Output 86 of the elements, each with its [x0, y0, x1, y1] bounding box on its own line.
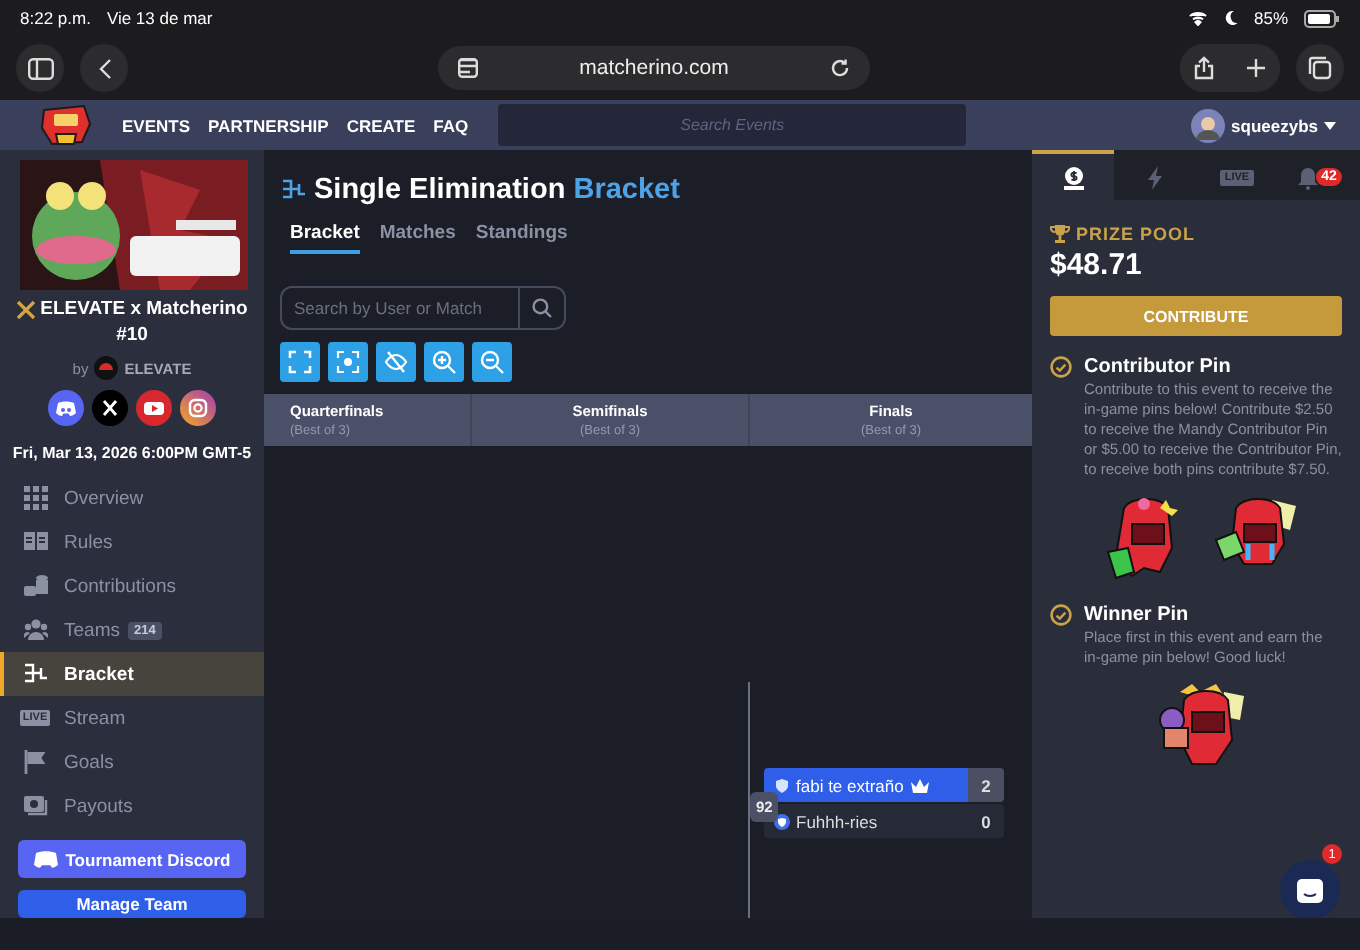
status-time: 8:22 p.m.: [20, 8, 91, 28]
tab[interactable]: Standings: [475, 222, 568, 254]
tabs-button[interactable]: [1296, 44, 1344, 92]
caret-down-icon: [1324, 121, 1336, 129]
youtube-icon[interactable]: [136, 390, 172, 427]
sidebar-item[interactable]: Goals: [0, 740, 264, 785]
trophy-icon: [1050, 224, 1070, 244]
discord-icon: [33, 850, 58, 869]
panel-tab[interactable]: [1032, 150, 1114, 200]
sidebar-item[interactable]: Bracket: [0, 652, 264, 697]
organizer-logo-icon: [94, 356, 119, 381]
book-icon: [23, 530, 47, 555]
tabs-icon: [1308, 56, 1332, 80]
instagram-icon[interactable]: [180, 390, 216, 427]
fit-screen-button[interactable]: [280, 342, 320, 382]
reload-icon: [830, 58, 850, 78]
money-icon: [23, 794, 47, 819]
eye-off-icon: [384, 350, 408, 374]
search-button[interactable]: [520, 286, 566, 330]
section-title: Contributor Pin: [1084, 356, 1231, 378]
bell-icon: [1295, 165, 1320, 189]
battery-percent: 85%: [1253, 8, 1288, 28]
focus-button[interactable]: [328, 342, 368, 382]
sidebar-item[interactable]: Overview: [0, 476, 264, 521]
search-icon: [532, 298, 552, 318]
back-button[interactable]: [80, 44, 128, 92]
chat-button[interactable]: [1280, 860, 1340, 919]
search-field[interactable]: Search by User or Match: [280, 286, 520, 330]
avatar-icon: [1189, 107, 1226, 143]
logo-icon: [36, 103, 96, 147]
event-title: ELEVATE x Matcherino #10: [40, 298, 248, 346]
grid-icon: [23, 486, 47, 511]
search-field[interactable]: Search Events: [498, 104, 967, 146]
crown-icon: [909, 777, 930, 794]
x-icon[interactable]: [92, 390, 128, 427]
chevron-left-icon: [97, 57, 111, 79]
flag-icon: [23, 750, 47, 775]
discord-icon[interactable]: [48, 390, 84, 427]
score: 0: [968, 804, 1004, 839]
sidebar-icon: [27, 57, 53, 79]
zoom-out-button[interactable]: [472, 342, 512, 382]
tab[interactable]: Bracket: [290, 222, 360, 254]
focus-icon: [336, 350, 360, 374]
status-date: Vie 13 de mar: [106, 8, 213, 28]
crossed-swords-icon: [16, 300, 37, 320]
plus-icon: [1246, 58, 1266, 78]
fit-screen-icon: [288, 350, 312, 374]
shield-icon: [774, 777, 790, 794]
page-title: Single Elimination Bracket: [314, 174, 680, 206]
sidebar-item[interactable]: Payouts: [0, 784, 264, 829]
wifi-icon: [1187, 10, 1208, 26]
nav-link[interactable]: CREATE: [346, 115, 416, 135]
sidebar-toggle-button[interactable]: [16, 44, 64, 92]
manage-team-button[interactable]: Manage Team: [18, 890, 246, 919]
score: 2: [968, 768, 1004, 803]
nav-link[interactable]: EVENTS: [122, 115, 191, 135]
check-circle-icon: [1050, 604, 1072, 626]
battery-icon: [1304, 9, 1340, 27]
eye-off-button[interactable]: [376, 342, 416, 382]
moon-icon: [1223, 10, 1238, 26]
check-circle-icon: [1050, 356, 1072, 378]
username[interactable]: squeezybs: [1231, 115, 1318, 135]
nav-link[interactable]: PARTNERSHIP: [208, 115, 329, 135]
zoom-out-icon: [480, 350, 504, 374]
lightning-icon: [1143, 165, 1167, 189]
sidebar-item[interactable]: Contributions: [0, 564, 264, 609]
discord-button[interactable]: Tournament Discord: [18, 840, 246, 879]
tab[interactable]: Matches: [379, 222, 456, 254]
share-icon: [1194, 56, 1214, 80]
nav-link[interactable]: FAQ: [433, 115, 469, 135]
coins-icon: [23, 574, 47, 599]
chat-icon: [1296, 877, 1324, 903]
bracket-icon: [282, 178, 308, 202]
event-date: Fri, Mar 13, 2026 6:00PM GMT-5: [10, 444, 254, 463]
money-bag-icon: [1061, 165, 1085, 189]
reader-icon: [458, 58, 478, 78]
team-name[interactable]: fabi te extraño: [764, 768, 968, 803]
bracket-icon: [23, 662, 47, 687]
zoom-in-button[interactable]: [424, 342, 464, 382]
section-title: Winner Pin: [1084, 604, 1189, 626]
people-icon: [23, 618, 47, 643]
sidebar-item[interactable]: Rules: [0, 520, 264, 565]
zoom-in-icon: [432, 350, 456, 374]
prize-pool-label: PRIZE POOL: [1076, 224, 1196, 244]
prize-amount: $48.71: [1050, 248, 1144, 282]
address-bar[interactable]: matcherino.com: [438, 46, 870, 90]
